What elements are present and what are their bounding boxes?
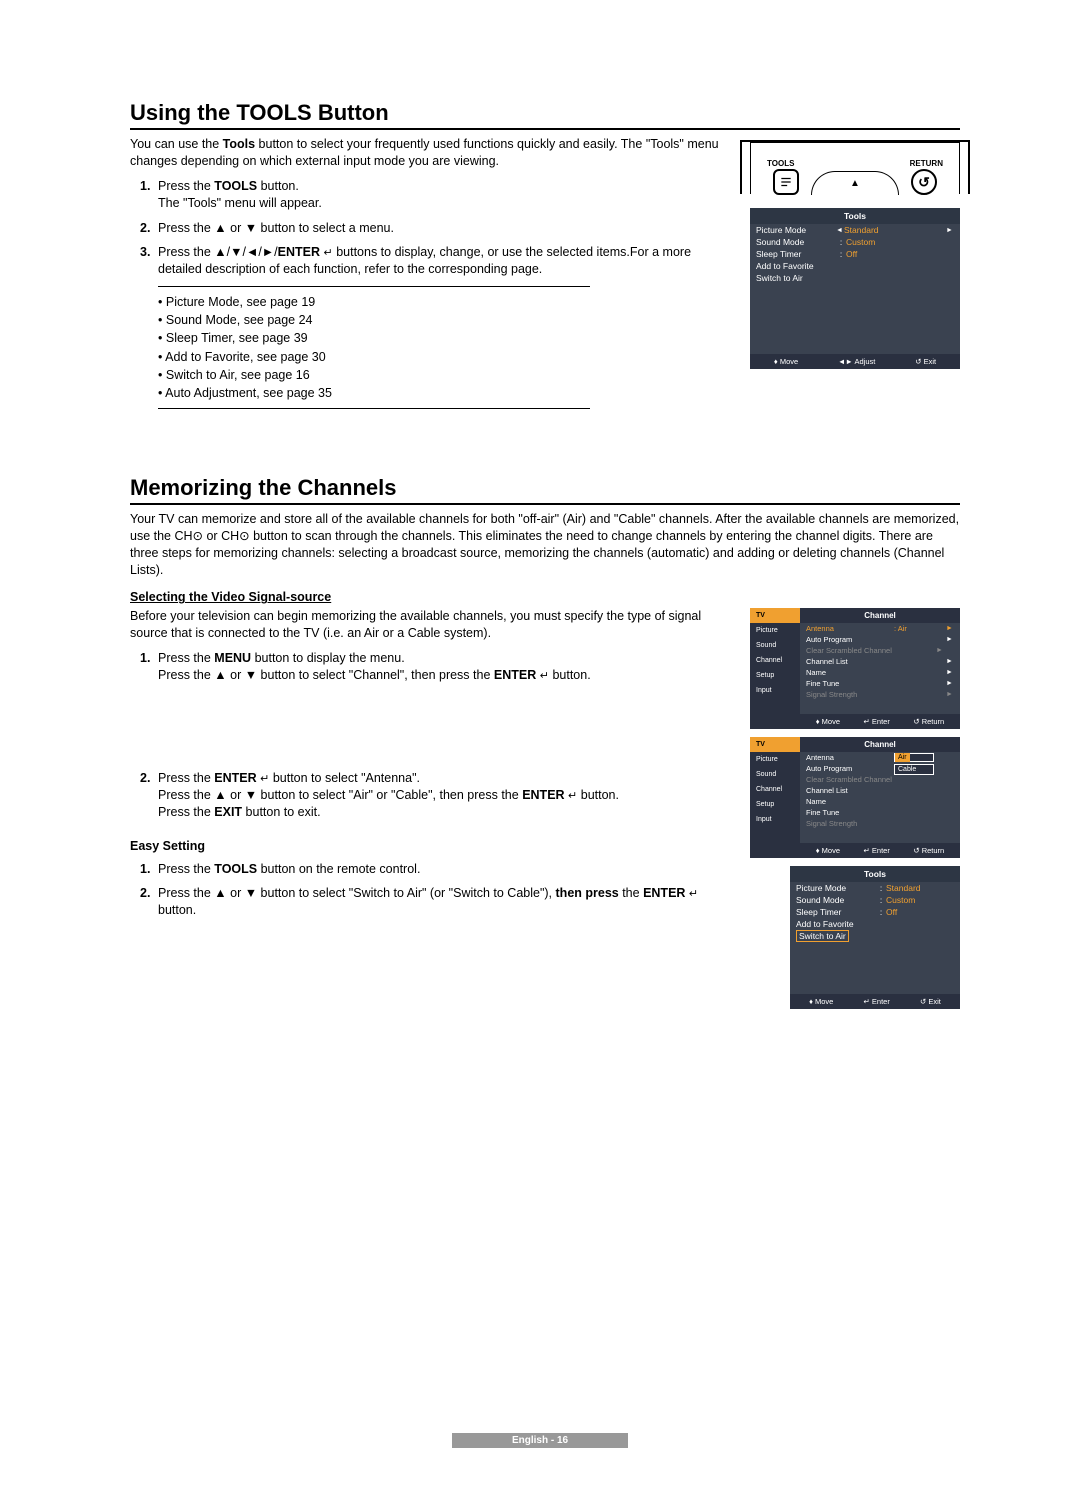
return-label: RETURN xyxy=(910,159,943,168)
step-item: 1. Press the MENU button to display the … xyxy=(140,650,736,684)
enter-icon xyxy=(568,788,577,802)
page-footer: English - 16 xyxy=(0,1433,1080,1448)
tools-label: TOOLS xyxy=(767,159,794,168)
osd-title: Tools xyxy=(750,208,960,224)
memorizing-intro: Your TV can memorize and store all of th… xyxy=(130,511,960,579)
step-item: 1. Press the TOOLS button on the remote … xyxy=(140,861,736,878)
osd-row: Sleep Timer : Off xyxy=(750,248,960,260)
steps-list: 1. Press the TOOLS button. The "Tools" m… xyxy=(140,178,736,278)
enter-icon xyxy=(324,245,333,259)
osd-row: Switch to Air xyxy=(750,272,960,284)
dpad-icon: ▲ xyxy=(811,171,899,195)
remote-illustration: TOOLS RETURN ▲ ↺ xyxy=(740,140,970,194)
tools-icon xyxy=(773,169,799,195)
heading-using-tools: Using the TOOLS Button xyxy=(130,100,960,130)
subheading-signal-source: Selecting the Video Signal-source xyxy=(130,590,960,604)
enter-icon xyxy=(540,668,549,682)
divider xyxy=(158,408,590,409)
divider xyxy=(158,286,590,287)
tools-osd: Tools Picture Mode ◄ Standard ► Sound Mo… xyxy=(750,208,960,369)
step-item: 2. Press the ▲ or ▼ button to select "Sw… xyxy=(140,885,736,919)
section-memorizing-channels: Memorizing the Channels Your TV can memo… xyxy=(130,475,960,1020)
see-also-list: Picture Mode, see page 19 Sound Mode, se… xyxy=(158,293,736,402)
osd-row: Picture Mode ◄ Standard ► xyxy=(750,224,960,236)
signal-source-text: Before your television can begin memoriz… xyxy=(130,608,736,642)
heading-memorizing: Memorizing the Channels xyxy=(130,475,960,505)
enter-icon xyxy=(260,771,269,785)
osd-row: Sound Mode : Custom xyxy=(750,236,960,248)
channel-osd-2: TV Picture Sound Channel Setup Input Cha… xyxy=(750,737,960,858)
enter-icon xyxy=(689,886,698,900)
channel-osd-1: TV Picture Sound Channel Setup Input Cha… xyxy=(750,608,960,729)
step-item: 2. Press the ENTER button to select "Ant… xyxy=(140,770,736,821)
tools-osd-2: Tools Picture Mode:Standard Sound Mode:C… xyxy=(790,866,960,1009)
return-icon: ↺ xyxy=(911,169,937,195)
easy-setting-heading: Easy Setting xyxy=(130,839,736,853)
osd-row: Add to Favorite xyxy=(750,260,960,272)
intro-text: You can use the Tools button to select y… xyxy=(130,136,736,170)
osd-footer: ♦ Move ◄► Adjust ↺ Exit xyxy=(750,354,960,369)
